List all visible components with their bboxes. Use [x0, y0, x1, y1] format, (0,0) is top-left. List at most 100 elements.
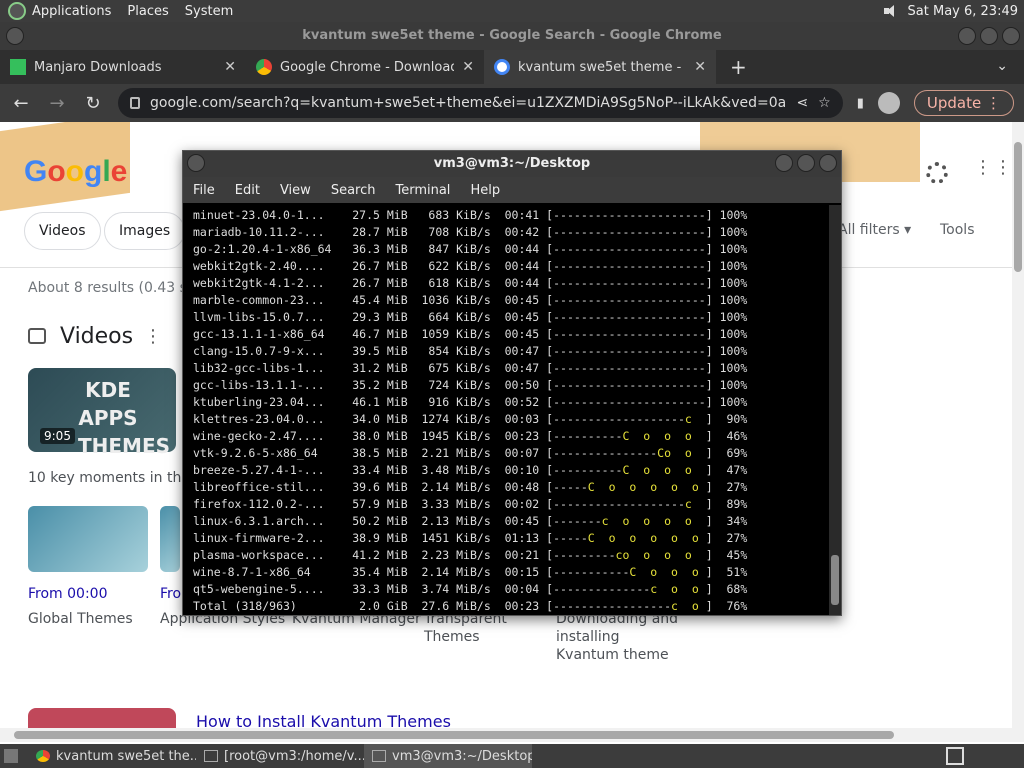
terminal-output[interactable]: minuet-23.04.0-1... 27.5 MiB 683 KiB/s 0…	[183, 205, 831, 615]
tab-kvantum-search[interactable]: kvantum swe5et theme - Goog ✕	[484, 50, 716, 84]
scroll-thumb[interactable]	[1014, 142, 1022, 272]
scroll-thumb[interactable]	[14, 731, 894, 739]
maximize-icon[interactable]	[797, 154, 815, 172]
pkg-percent: 100%	[712, 327, 748, 341]
pkg-time: 00:44	[497, 242, 547, 256]
moment-thumbnail[interactable]	[160, 506, 180, 572]
pkg-size: 33.3 MiB	[345, 582, 415, 596]
pkg-rate: 1451 KiB/s	[414, 531, 498, 545]
pkg-size: 26.7 MiB	[345, 259, 415, 273]
close-tab-icon[interactable]: ✕	[694, 59, 706, 75]
menu-search[interactable]: Search	[331, 183, 376, 198]
pkg-rate: 2.23 MiB/s	[414, 548, 498, 562]
share-icon[interactable]: ⋖	[796, 95, 808, 111]
tab-search-chevron-icon[interactable]: ⌄	[996, 58, 1008, 74]
pkg-name: ktuberling-23.04...	[193, 395, 346, 409]
menu-view[interactable]: View	[280, 183, 311, 198]
pkg-name: mariadb-10.11.2-...	[193, 225, 346, 239]
chip-images[interactable]: Images	[104, 212, 186, 250]
pkg-size: 38.0 MiB	[345, 429, 415, 443]
mate-logo-icon[interactable]	[8, 2, 26, 20]
task-desktop-terminal[interactable]: vm3@vm3:~/Desktop	[364, 744, 532, 768]
maximize-icon[interactable]	[980, 27, 998, 45]
pkg-time: 00:02	[497, 497, 547, 511]
download-row: gcc-libs-13.1.1-... 35.2 MiB 724 KiB/s 0…	[193, 377, 831, 394]
menu-edit[interactable]: Edit	[235, 183, 260, 198]
download-row: breeze-5.27.4-1-... 33.4 MiB 3.48 MiB/s …	[193, 462, 831, 479]
tools-button[interactable]: Tools	[940, 222, 975, 238]
pkg-percent: 68%	[712, 582, 748, 596]
page-horizontal-scrollbar[interactable]	[0, 728, 1012, 742]
forward-button[interactable]: →	[46, 93, 68, 114]
task-chrome[interactable]: kvantum swe5et the...	[28, 744, 196, 768]
close-tab-icon[interactable]: ✕	[224, 59, 236, 75]
side-panel-icon[interactable]: ▮	[857, 96, 864, 111]
pkg-size: 34.0 MiB	[345, 412, 415, 426]
minimize-icon[interactable]	[958, 27, 976, 45]
places-menu[interactable]: Places	[127, 4, 168, 19]
moment-time[interactable]: Fro	[160, 586, 181, 602]
terminal-title-bar[interactable]: vm3@vm3:~/Desktop	[183, 151, 841, 177]
task-label: vm3@vm3:~/Desktop	[392, 748, 532, 764]
system-menu[interactable]: System	[185, 4, 233, 19]
scroll-thumb[interactable]	[831, 555, 839, 605]
window-menu-icon[interactable]	[6, 27, 24, 45]
pkg-size: 39.5 MiB	[345, 344, 415, 358]
google-icon	[494, 59, 510, 75]
volume-icon[interactable]	[882, 3, 900, 19]
pkg-size: 2.0 GiB	[345, 599, 415, 613]
lock-icon[interactable]	[130, 97, 140, 109]
download-row: linux-firmware-2... 38.9 MiB 1451 KiB/s …	[193, 530, 831, 547]
all-filters-button[interactable]: All filters ▾	[838, 222, 911, 238]
profile-avatar[interactable]	[877, 92, 900, 114]
google-apps-icon[interactable]: ⋮⋮⋮	[974, 159, 1012, 177]
window-menu-icon[interactable]	[187, 154, 205, 172]
menu-terminal[interactable]: Terminal	[395, 183, 450, 198]
pkg-name: wine-8.7-1-x86_64	[193, 565, 346, 579]
update-button[interactable]: Update ⋮	[913, 90, 1014, 116]
omnibox[interactable]: google.com/search?q=kvantum+swe5et+theme…	[118, 88, 843, 118]
progress-bar: [----------------------]	[546, 242, 713, 256]
chrome-title-bar[interactable]: kvantum swe5et theme - Google Search - G…	[0, 22, 1024, 50]
download-row: go-2:1.20.4-1-x86_64 36.3 MiB 847 KiB/s …	[193, 241, 831, 258]
settings-gear-icon[interactable]	[926, 162, 948, 184]
download-row: llvm-libs-15.0.7... 29.3 MiB 664 KiB/s 0…	[193, 309, 831, 326]
pkg-rate: 724 KiB/s	[414, 378, 498, 392]
pkg-rate: 27.6 MiB/s	[414, 599, 498, 613]
chip-videos[interactable]: Videos	[24, 212, 101, 250]
workspace-switcher-icon[interactable]	[946, 747, 964, 765]
pkg-time: 01:13	[497, 531, 547, 545]
bookmark-star-icon[interactable]: ☆	[818, 95, 831, 111]
download-row: minuet-23.04.0-1... 27.5 MiB 683 KiB/s 0…	[193, 207, 831, 224]
page-vertical-scrollbar[interactable]	[1012, 122, 1024, 742]
menu-help[interactable]: Help	[470, 183, 500, 198]
moment-thumbnail[interactable]	[28, 506, 148, 572]
pkg-rate: 675 KiB/s	[414, 361, 498, 375]
moment-time[interactable]: From 00:00	[28, 586, 107, 602]
reload-button[interactable]: ↻	[82, 93, 104, 114]
new-tab-button[interactable]: +	[730, 50, 747, 84]
menu-file[interactable]: File	[193, 183, 215, 198]
pkg-name: webkit2gtk-2.40....	[193, 259, 346, 273]
pkg-time: 00:45	[497, 514, 547, 528]
video-thumb-text: KDE APPS THEMES	[78, 378, 171, 458]
pkg-rate: 622 KiB/s	[414, 259, 498, 273]
terminal-window: vm3@vm3:~/Desktop File Edit View Search …	[182, 150, 842, 616]
more-options-icon[interactable]: ⋮	[144, 326, 162, 347]
progress-bar: [----------------------]	[546, 361, 713, 375]
applications-menu[interactable]: Applications	[32, 4, 111, 19]
back-button[interactable]: ←	[10, 93, 32, 114]
close-tab-icon[interactable]: ✕	[462, 59, 474, 75]
minimize-icon[interactable]	[775, 154, 793, 172]
clock[interactable]: Sat May 6, 23:49	[908, 4, 1018, 19]
terminal-scrollbar[interactable]	[829, 205, 841, 615]
close-icon[interactable]	[819, 154, 837, 172]
tab-chrome-download[interactable]: Google Chrome - Download th ✕	[246, 50, 484, 84]
url-text[interactable]: google.com/search?q=kvantum+swe5et+theme…	[150, 95, 786, 111]
pkg-name: wine-gecko-2.47....	[193, 429, 346, 443]
show-desktop-icon[interactable]	[4, 749, 18, 763]
task-root-terminal[interactable]: [root@vm3:/home/v...	[196, 744, 364, 768]
close-icon[interactable]	[1002, 27, 1020, 45]
tab-manjaro[interactable]: Manjaro Downloads ✕	[0, 50, 246, 84]
google-doodle-logo[interactable]: Google	[24, 155, 127, 189]
